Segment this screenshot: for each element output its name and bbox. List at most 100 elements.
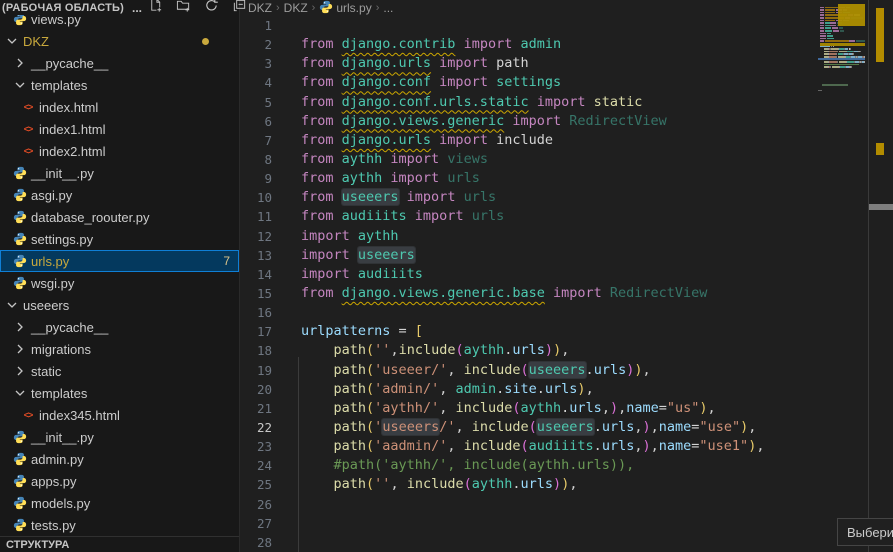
tree-item-migrations[interactable]: migrations: [0, 338, 239, 360]
tree-item-database_roouter.py[interactable]: database_roouter.py: [0, 206, 239, 228]
tree-item-__pycache__[interactable]: __pycache__: [0, 316, 239, 338]
line-number[interactable]: 1: [240, 16, 272, 35]
code-line[interactable]: 4from django.conf import settings: [240, 73, 868, 92]
line-number[interactable]: 15: [240, 284, 272, 303]
chevron-right-icon: [12, 55, 28, 71]
new-file-button[interactable]: [148, 0, 163, 18]
tree-item-asgi.py[interactable]: asgi.py: [0, 184, 239, 206]
code-line[interactable]: 27: [240, 514, 868, 533]
tree-item-urls.py[interactable]: urls.py 7: [0, 250, 239, 272]
code-line[interactable]: 14import audiiits: [240, 265, 868, 284]
breadcrumb-item[interactable]: DKZ: [284, 1, 308, 15]
tree-item-index2.html[interactable]: <> index2.html: [0, 140, 239, 162]
tree-item-settings.py[interactable]: settings.py: [0, 228, 239, 250]
line-number[interactable]: 28: [240, 533, 272, 552]
code-line[interactable]: 26: [240, 495, 868, 514]
line-number[interactable]: 9: [240, 169, 272, 188]
breadcrumb-item[interactable]: urls.py: [319, 0, 371, 17]
tree-item-useeers[interactable]: useeers: [0, 294, 239, 316]
code-line[interactable]: 9from aythh import urls: [240, 169, 868, 188]
line-number[interactable]: 5: [240, 93, 272, 112]
line-number[interactable]: 14: [240, 265, 272, 284]
code-line[interactable]: 22 path('useeers/', include(useeers.urls…: [240, 418, 868, 437]
code-line[interactable]: 23 path('aadmin/', include(audiiits.urls…: [240, 437, 868, 456]
collapse-all-button[interactable]: [232, 0, 247, 18]
tree-item-__pycache__[interactable]: __pycache__: [0, 52, 239, 74]
html-file-icon: <>: [20, 102, 36, 112]
code-line[interactable]: 16: [240, 303, 868, 322]
breadcrumb-item[interactable]: DKZ: [248, 1, 272, 15]
more-actions-icon[interactable]: ...: [132, 1, 142, 15]
line-number[interactable]: 11: [240, 207, 272, 226]
line-number[interactable]: 19: [240, 361, 272, 380]
tree-item-tests.py[interactable]: tests.py: [0, 514, 239, 536]
line-number[interactable]: 7: [240, 131, 272, 150]
tree-item-__init__.py[interactable]: __init__.py: [0, 426, 239, 448]
line-number[interactable]: 10: [240, 188, 272, 207]
minimap[interactable]: [818, 0, 868, 552]
tree-item-wsgi.py[interactable]: wsgi.py: [0, 272, 239, 294]
line-number[interactable]: 21: [240, 399, 272, 418]
line-number[interactable]: 23: [240, 437, 272, 456]
tree-item-templates[interactable]: templates: [0, 382, 239, 404]
tree-item-apps.py[interactable]: apps.py: [0, 470, 239, 492]
code-line[interactable]: 2from django.contrib import admin: [240, 35, 868, 54]
code-line[interactable]: 25 path('', include(aythh.urls)),: [240, 475, 868, 494]
line-number[interactable]: 6: [240, 112, 272, 131]
line-number[interactable]: 4: [240, 73, 272, 92]
code-line[interactable]: 3from django.urls import path: [240, 54, 868, 73]
line-number[interactable]: 17: [240, 322, 272, 341]
line-number[interactable]: 24: [240, 456, 272, 475]
tree-item-templates[interactable]: templates: [0, 74, 239, 96]
outline-section-header[interactable]: СТРУКТУРА: [0, 536, 239, 552]
tree-item-models.py[interactable]: models.py: [0, 492, 239, 514]
code-line[interactable]: 1: [240, 16, 868, 35]
code-line[interactable]: 18 path('',include(aythh.urls)),: [240, 341, 868, 360]
code-line[interactable]: 7from django.urls import include: [240, 131, 868, 150]
code-line[interactable]: 28: [240, 533, 868, 552]
line-number[interactable]: 2: [240, 35, 272, 54]
line-number[interactable]: 20: [240, 380, 272, 399]
code-line[interactable]: 20 path('admin/', admin.site.urls),: [240, 380, 868, 399]
tree-item-admin.py[interactable]: admin.py: [0, 448, 239, 470]
line-number[interactable]: 16: [240, 303, 272, 322]
code-line[interactable]: 19 path('useeer/', include(useeers.urls)…: [240, 361, 868, 380]
breadcrumb-item[interactable]: ...: [383, 1, 393, 15]
code-line[interactable]: 15from django.views.generic.base import …: [240, 284, 868, 303]
line-number[interactable]: 27: [240, 514, 272, 533]
line-number[interactable]: 12: [240, 227, 272, 246]
tree-item-index.html[interactable]: <> index.html: [0, 96, 239, 118]
line-number[interactable]: 13: [240, 246, 272, 265]
python-file-icon: [12, 232, 28, 246]
refresh-button[interactable]: [204, 0, 219, 18]
code-line[interactable]: 24 #path('aythh/', include(aythh.urls)),: [240, 456, 868, 475]
line-number[interactable]: 8: [240, 150, 272, 169]
code-line[interactable]: 21 path('aythh/', include(aythh.urls,),n…: [240, 399, 868, 418]
tree-item-static[interactable]: static: [0, 360, 239, 382]
tree-item-label: templates: [31, 386, 87, 401]
code-line[interactable]: 6from django.views.generic import Redire…: [240, 112, 868, 131]
new-folder-button[interactable]: [176, 0, 191, 18]
tree-item-label: static: [31, 364, 61, 379]
tree-item-DKZ[interactable]: DKZ: [0, 30, 239, 52]
tree-item-__init__.py[interactable]: __init__.py: [0, 162, 239, 184]
tree-item-label: apps.py: [31, 474, 77, 489]
python-file-icon: [12, 276, 28, 290]
overview-ruler-scrollbar[interactable]: [868, 0, 893, 552]
code-line[interactable]: 8from aythh import views: [240, 150, 868, 169]
code-line[interactable]: 17urlpatterns = [: [240, 322, 868, 341]
line-number[interactable]: 3: [240, 54, 272, 73]
code-line[interactable]: 13import useeers: [240, 246, 868, 265]
line-number[interactable]: 25: [240, 475, 272, 494]
line-number[interactable]: 22: [240, 418, 272, 437]
line-number[interactable]: 18: [240, 341, 272, 360]
code-line[interactable]: 10from useeers import urls: [240, 188, 868, 207]
tree-item-index345.html[interactable]: <> index345.html: [0, 404, 239, 426]
line-number[interactable]: 26: [240, 495, 272, 514]
code-line[interactable]: 12import aythh: [240, 227, 868, 246]
code-editor[interactable]: 1 2from django.contrib import admin 3fro…: [240, 16, 868, 552]
tree-item-index1.html[interactable]: <> index1.html: [0, 118, 239, 140]
python-file-icon: [12, 188, 28, 202]
code-line[interactable]: 11from audiiits import urls: [240, 207, 868, 226]
code-line[interactable]: 5from django.conf.urls.static import sta…: [240, 93, 868, 112]
